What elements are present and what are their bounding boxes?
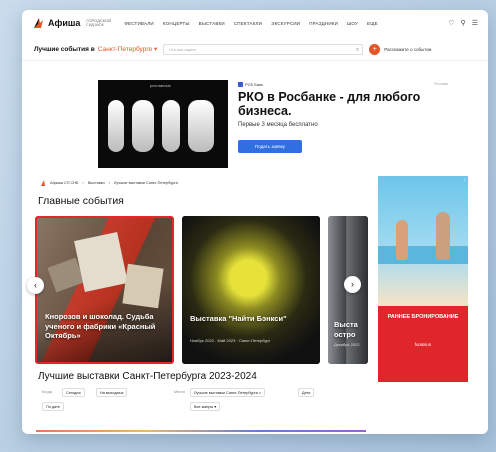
nav-item-show[interactable]: Шоу: [347, 21, 358, 26]
where-label: Место: [174, 390, 186, 394]
event-card[interactable]: Выставка "Найти Бэнкси" Ноябрь 2022 - Ма…: [182, 216, 320, 364]
ad-shape: [162, 100, 180, 152]
nav-item-more[interactable]: Еще: [367, 21, 378, 26]
ad-shape: [188, 100, 214, 152]
breadcrumb-separator: ›: [108, 181, 110, 185]
ad-image: [396, 220, 408, 260]
event-title: Выставка "Найти Бэнкси": [190, 314, 287, 323]
when-label: Когда: [42, 390, 52, 394]
ad-image-label: рекламные: [150, 83, 171, 88]
filter-kids[interactable]: Дети: [298, 388, 315, 397]
side-ad-title: РАННЕЕ БРОНИРОВАНИЕ: [387, 314, 459, 320]
filters-panel: Когда Сегодня На выходных По дате Место …: [36, 388, 336, 424]
filter-weekend[interactable]: На выходных: [96, 388, 128, 397]
event-card[interactable]: Кнорозов и шоколад. Судьба ученого и фаб…: [35, 216, 174, 364]
ad-title: РКО в Росбанке - для любого бизнеса.: [238, 90, 421, 118]
side-ad-brand: fun&sun: [414, 342, 432, 347]
breadcrumb: Афиша СП СНБ › Выставки › Лучшие выставк…: [40, 180, 178, 186]
carousel-next-button[interactable]: ›: [344, 276, 361, 293]
browser-page: Афиша ГОРОДСКОЙ ГИД МСК Фестивали Концер…: [22, 10, 488, 434]
info-icon[interactable]: i: [464, 178, 465, 182]
event-meta: Ноябрь 2022 - Май 2023 · Санкт-Петербург: [190, 338, 271, 343]
brand-square-icon: [238, 82, 243, 88]
search-icon[interactable]: ⌕: [356, 45, 359, 55]
event-title: Кнорозов и шоколад. Судьба ученого и фаб…: [45, 312, 156, 340]
event-image: [122, 263, 164, 309]
main-nav: Фестивали Концерты Выставки Спектакли Эк…: [124, 21, 377, 26]
afisha-logo-icon: [34, 18, 43, 28]
event-meta: Декабрь 2022: [334, 342, 360, 347]
favorites-icon[interactable]: ♡: [448, 19, 454, 27]
filter-today[interactable]: Сегодня: [62, 388, 85, 397]
top-navigation: Афиша ГОРОДСКОЙ ГИД МСК Фестивали Концер…: [22, 10, 488, 36]
best-events-label: Лучшие события в: [34, 45, 95, 53]
subheader: Лучшие события в Санкт-Петербурге ▾ Что …: [22, 38, 488, 61]
filter-place[interactable]: Лучшие выставки Санкт-Петербурга ×: [190, 388, 266, 397]
nav-item-exhibitions[interactable]: Выставки: [199, 21, 225, 26]
main-events-heading: Главные события: [38, 195, 124, 207]
top-banner-ad[interactable]: рекламные РСБ Банк РКО в Росбанке - для …: [98, 80, 448, 170]
breadcrumb-item[interactable]: Выставки: [88, 181, 105, 185]
logo-text: Афиша: [48, 18, 81, 28]
breadcrumb-item[interactable]: Афиша СП СНБ: [50, 181, 79, 185]
ad-shape: [132, 100, 154, 152]
breadcrumb-separator: ›: [82, 181, 84, 185]
filter-date[interactable]: По дате: [42, 402, 64, 411]
tell-about-event-button[interactable]: + Расскажите о событии: [369, 43, 432, 55]
event-title: Выста остро: [334, 320, 358, 339]
ad-image: [378, 246, 468, 264]
nav-item-excursions[interactable]: Экскурсии: [271, 21, 300, 26]
divider: [36, 430, 366, 432]
header-tools: ♡ ⚲ ☰: [448, 19, 478, 27]
breadcrumb-item: Лучшие выставки Санкт-Петербурга: [113, 181, 178, 185]
nav-item-holidays[interactable]: Праздники: [309, 21, 338, 26]
nav-item-concerts[interactable]: Концерты: [163, 21, 190, 26]
location-icon[interactable]: ⚲: [461, 19, 466, 27]
ad-image: [436, 212, 450, 260]
afisha-small-icon: [41, 180, 45, 186]
best-exhibitions-heading: Лучшие выставки Санкт-Петербурга 2023-20…: [38, 371, 257, 382]
ad-subtitle: Первые 3 месяца бесплатно: [238, 122, 318, 128]
search-input[interactable]: Что вас ищете ⌕: [163, 43, 364, 55]
carousel-prev-button[interactable]: ‹: [27, 277, 44, 294]
ad-shape: [108, 100, 124, 152]
plus-icon: +: [369, 43, 381, 55]
side-banner-ad[interactable]: РАННЕЕ БРОНИРОВАНИЕ fun&sun i: [378, 176, 468, 382]
menu-icon[interactable]: ☰: [472, 19, 478, 27]
afisha-logo[interactable]: Афиша ГОРОДСКОЙ ГИД МСК: [32, 17, 114, 29]
filter-genres[interactable]: Все жанры ▾: [190, 402, 221, 411]
ad-apply-button[interactable]: Подать заявку: [238, 140, 302, 153]
ad-brand: РСБ Банк: [238, 82, 263, 88]
tell-label: Расскажите о событии: [384, 46, 432, 52]
search-placeholder: Что вас ищете: [169, 46, 197, 52]
nav-item-plays[interactable]: Спектакли: [234, 21, 262, 26]
ad-image: рекламные: [98, 80, 228, 168]
city-selector[interactable]: Санкт-Петербурге ▾: [98, 45, 158, 53]
nav-item-festivals[interactable]: Фестивали: [124, 21, 153, 26]
ad-label: Реклама: [433, 82, 448, 86]
city-note: ГОРОДСКОЙ ГИД МСК: [86, 17, 111, 27]
